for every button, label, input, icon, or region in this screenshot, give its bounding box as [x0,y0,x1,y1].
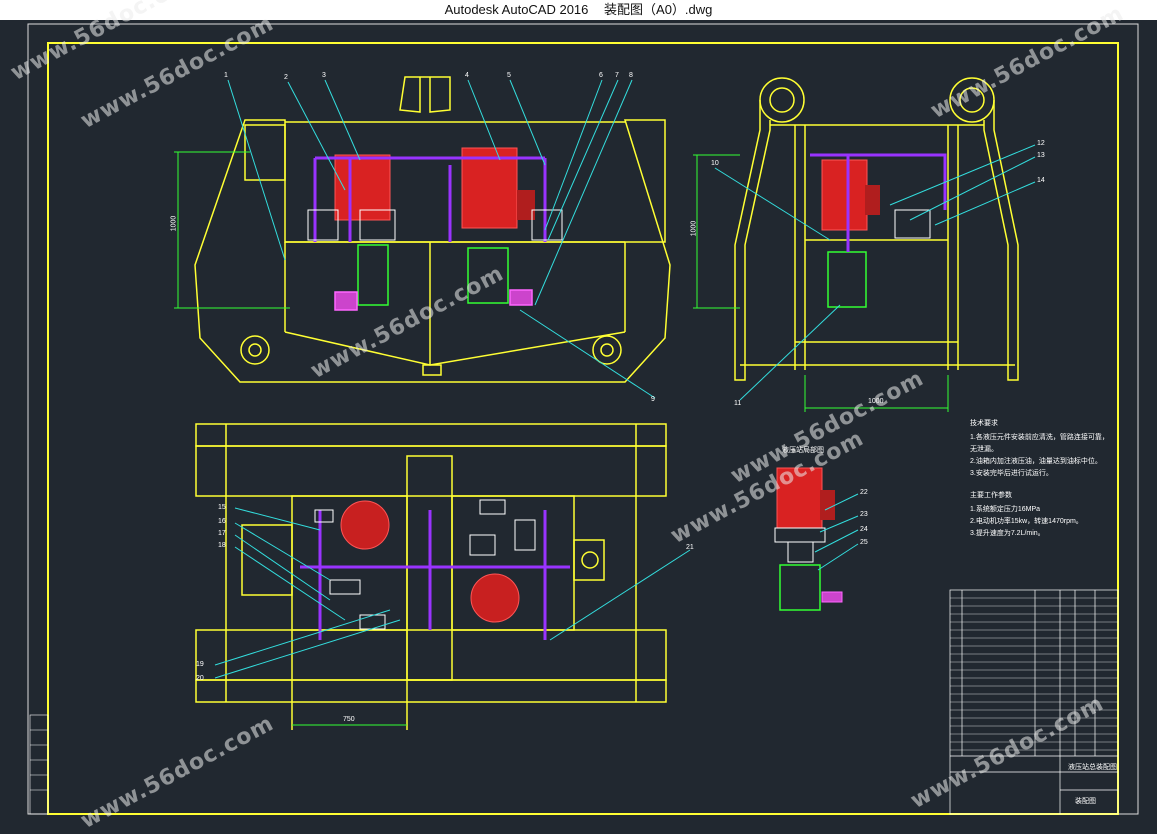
work-params: 主要工作参数 1.系统额定压力16MPa 2.电动机功率15kw，转速1470r… [970,490,1110,540]
front-height-dim: 1000 [170,215,178,232]
callout-24: 24 [860,526,868,533]
drawing-canvas[interactable]: 1000 1000 1000 750 1 2 3 4 5 6 7 8 9 10 … [0,0,1157,834]
app-name: Autodesk AutoCAD 2016 [444,2,589,17]
callout-17: 17 [218,530,226,537]
tech-requirements-title: 技术要求 [970,420,998,427]
callout-21: 21 [686,544,694,551]
callout-1: 1 [224,72,228,79]
callout-19: 19 [196,661,204,668]
plan-pipes [300,510,570,640]
front-motors [334,147,535,229]
callout-25: 25 [860,539,868,546]
callout-16: 16 [218,518,226,525]
side-leaders [714,144,1036,401]
revision-table [29,714,49,815]
callout-18: 18 [218,542,226,549]
tech-req-line: 3.安装完毕后进行试运行。 [970,470,1053,477]
callout-8: 8 [629,72,633,79]
callout-13: 13 [1037,152,1045,159]
callout-23: 23 [860,511,868,518]
work-params-title: 主要工作参数 [970,492,1012,499]
callout-4: 4 [465,72,469,79]
callout-11: 11 [734,400,742,407]
tech-req-line: 2.油箱内加注液压油，油量达到油标中位。 [970,458,1102,465]
front-view [194,76,671,383]
drawing-title: 液压站总装配图 [1068,764,1117,771]
side-view [734,77,1019,381]
side-height-dim: 1000 [690,220,698,237]
callout-20: 20 [196,675,204,682]
front-dimension [174,151,290,309]
callout-10: 10 [711,160,719,167]
tech-req-line: 1.各液压元件安装前应清洗，管路连接可靠，无泄漏。 [970,434,1109,453]
callout-15: 15 [218,504,226,511]
callout-7: 7 [615,72,619,79]
side-components [810,153,947,308]
plan-width-dim: 750 [343,716,355,723]
drawing-number: 装配图 [1075,798,1096,805]
callout-3: 3 [322,72,326,79]
tech-requirements: 技术要求 1.各液压元件安装前应清洗，管路连接可靠，无泄漏。 2.油箱内加注液压… [970,418,1110,480]
callout-6: 6 [599,72,603,79]
callout-9: 9 [651,396,655,403]
param-line: 1.系统额定压力16MPa [970,506,1041,513]
callout-14: 14 [1037,177,1045,184]
callout-5: 5 [507,72,511,79]
callout-12: 12 [1037,140,1045,147]
param-line: 2.电动机功率15kw，转速1470rpm。 [970,518,1083,525]
file-name: 装配图（A0）.dwg [604,2,713,17]
callout-2: 2 [284,74,288,81]
callout-22: 22 [860,489,868,496]
front-leaders [227,79,656,399]
param-line: 3.提升速度为7.2L/min。 [970,530,1045,537]
